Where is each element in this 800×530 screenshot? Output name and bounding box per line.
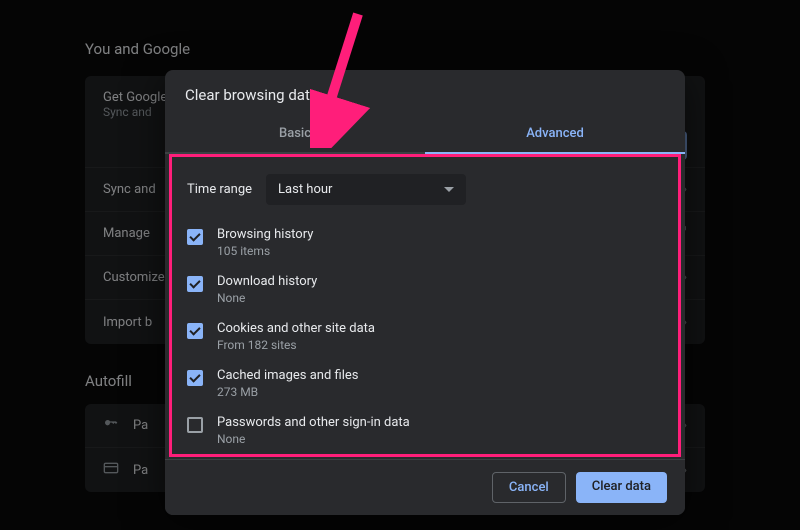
checkbox-subtitle: None [217,432,410,446]
checkbox-subtitle: None [217,291,317,305]
chevron-down-icon [444,187,454,192]
checkbox-row: Autofill form data [181,454,669,459]
checkbox[interactable] [187,229,203,245]
time-range-label: Time range [187,182,252,197]
checkbox-row: Browsing history 105 items [181,219,669,266]
checkbox-subtitle: 105 items [217,244,313,258]
checkbox-title: Download history [217,274,317,289]
time-range-value: Last hour [278,182,332,197]
tab-basic[interactable]: Basic [165,114,425,154]
dialog-tabs: Basic Advanced [165,114,685,154]
checkbox[interactable] [187,417,203,433]
checkbox-title: Cached images and files [217,368,358,383]
cancel-button[interactable]: Cancel [492,472,566,503]
tab-advanced[interactable]: Advanced [425,114,685,154]
checkbox-subtitle: From 182 sites [217,338,375,352]
checkbox-subtitle: 273 MB [217,385,358,399]
checkbox-title: Passwords and other sign-in data [217,415,410,430]
dialog-title: Clear browsing data [165,70,685,114]
checkbox-row: Download history None [181,266,669,313]
checkbox-title: Browsing history [217,227,313,242]
checkbox[interactable] [187,323,203,339]
time-range-select[interactable]: Last hour [266,174,466,205]
clear-browsing-data-dialog: Clear browsing data Basic Advanced Time … [165,70,685,515]
checkbox-row: Cookies and other site data From 182 site… [181,313,669,360]
checkbox-row: Passwords and other sign-in data None [181,407,669,454]
dialog-content: Time range Last hour Browsing history 105… [165,154,685,459]
checkbox-row: Cached images and files 273 MB [181,360,669,407]
checkbox[interactable] [187,370,203,386]
dialog-footer: Cancel Clear data [165,459,685,515]
checkbox[interactable] [187,276,203,292]
checkbox-title: Cookies and other site data [217,321,375,336]
clear-data-button[interactable]: Clear data [576,472,667,503]
